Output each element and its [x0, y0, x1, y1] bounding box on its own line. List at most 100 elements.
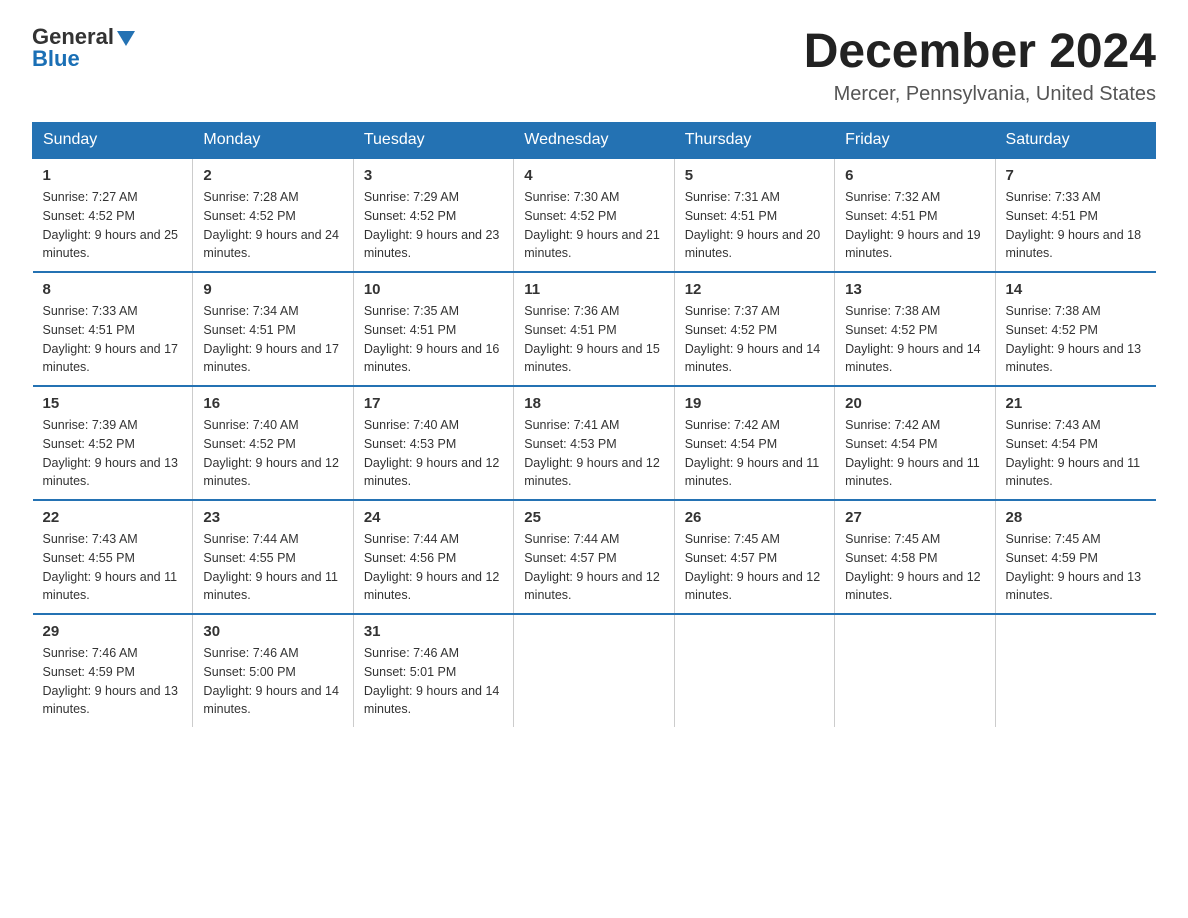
day-number: 16 [203, 395, 342, 412]
day-number: 27 [845, 509, 984, 526]
day-info: Sunrise: 7:37 AMSunset: 4:52 PMDaylight:… [685, 302, 824, 377]
day-number: 20 [845, 395, 984, 412]
day-info: Sunrise: 7:36 AMSunset: 4:51 PMDaylight:… [524, 302, 663, 377]
day-info: Sunrise: 7:42 AMSunset: 4:54 PMDaylight:… [685, 416, 824, 491]
day-info: Sunrise: 7:41 AMSunset: 4:53 PMDaylight:… [524, 416, 663, 491]
day-info: Sunrise: 7:43 AMSunset: 4:55 PMDaylight:… [43, 530, 183, 605]
logo-line2: Blue [32, 46, 80, 72]
page-header: General Blue December 2024 Mercer, Penns… [32, 24, 1156, 106]
day-number: 8 [43, 281, 183, 298]
title-block: December 2024 Mercer, Pennsylvania, Unit… [804, 24, 1156, 106]
calendar-cell: 24 Sunrise: 7:44 AMSunset: 4:56 PMDaylig… [353, 500, 513, 614]
calendar-cell: 1 Sunrise: 7:27 AMSunset: 4:52 PMDayligh… [33, 158, 193, 272]
calendar-cell [995, 614, 1155, 727]
day-number: 21 [1006, 395, 1146, 412]
calendar-table: Sunday Monday Tuesday Wednesday Thursday… [32, 122, 1156, 727]
day-info: Sunrise: 7:42 AMSunset: 4:54 PMDaylight:… [845, 416, 984, 491]
day-info: Sunrise: 7:44 AMSunset: 4:55 PMDaylight:… [203, 530, 342, 605]
day-info: Sunrise: 7:34 AMSunset: 4:51 PMDaylight:… [203, 302, 342, 377]
day-number: 4 [524, 167, 663, 184]
day-info: Sunrise: 7:45 AMSunset: 4:58 PMDaylight:… [845, 530, 984, 605]
calendar-cell: 3 Sunrise: 7:29 AMSunset: 4:52 PMDayligh… [353, 158, 513, 272]
calendar-cell: 9 Sunrise: 7:34 AMSunset: 4:51 PMDayligh… [193, 272, 353, 386]
day-number: 28 [1006, 509, 1146, 526]
day-info: Sunrise: 7:33 AMSunset: 4:51 PMDaylight:… [1006, 188, 1146, 263]
day-info: Sunrise: 7:30 AMSunset: 4:52 PMDaylight:… [524, 188, 663, 263]
day-info: Sunrise: 7:40 AMSunset: 4:52 PMDaylight:… [203, 416, 342, 491]
week-row-1: 1 Sunrise: 7:27 AMSunset: 4:52 PMDayligh… [33, 158, 1156, 272]
day-number: 6 [845, 167, 984, 184]
col-sunday: Sunday [33, 123, 193, 159]
day-info: Sunrise: 7:32 AMSunset: 4:51 PMDaylight:… [845, 188, 984, 263]
calendar-cell: 15 Sunrise: 7:39 AMSunset: 4:52 PMDaylig… [33, 386, 193, 500]
day-number: 3 [364, 167, 503, 184]
day-number: 18 [524, 395, 663, 412]
day-info: Sunrise: 7:44 AMSunset: 4:57 PMDaylight:… [524, 530, 663, 605]
day-number: 5 [685, 167, 824, 184]
day-number: 26 [685, 509, 824, 526]
calendar-cell: 23 Sunrise: 7:44 AMSunset: 4:55 PMDaylig… [193, 500, 353, 614]
day-number: 14 [1006, 281, 1146, 298]
day-number: 24 [364, 509, 503, 526]
col-friday: Friday [835, 123, 995, 159]
day-info: Sunrise: 7:44 AMSunset: 4:56 PMDaylight:… [364, 530, 503, 605]
calendar-cell: 14 Sunrise: 7:38 AMSunset: 4:52 PMDaylig… [995, 272, 1155, 386]
day-number: 29 [43, 623, 183, 640]
calendar-cell: 21 Sunrise: 7:43 AMSunset: 4:54 PMDaylig… [995, 386, 1155, 500]
day-info: Sunrise: 7:46 AMSunset: 5:01 PMDaylight:… [364, 644, 503, 719]
day-number: 22 [43, 509, 183, 526]
calendar-cell: 22 Sunrise: 7:43 AMSunset: 4:55 PMDaylig… [33, 500, 193, 614]
day-number: 12 [685, 281, 824, 298]
col-thursday: Thursday [674, 123, 834, 159]
day-info: Sunrise: 7:46 AMSunset: 5:00 PMDaylight:… [203, 644, 342, 719]
day-info: Sunrise: 7:40 AMSunset: 4:53 PMDaylight:… [364, 416, 503, 491]
month-title: December 2024 [804, 24, 1156, 79]
calendar-cell: 16 Sunrise: 7:40 AMSunset: 4:52 PMDaylig… [193, 386, 353, 500]
week-row-4: 22 Sunrise: 7:43 AMSunset: 4:55 PMDaylig… [33, 500, 1156, 614]
col-wednesday: Wednesday [514, 123, 674, 159]
day-info: Sunrise: 7:39 AMSunset: 4:52 PMDaylight:… [43, 416, 183, 491]
calendar-cell: 13 Sunrise: 7:38 AMSunset: 4:52 PMDaylig… [835, 272, 995, 386]
day-info: Sunrise: 7:43 AMSunset: 4:54 PMDaylight:… [1006, 416, 1146, 491]
week-row-5: 29 Sunrise: 7:46 AMSunset: 4:59 PMDaylig… [33, 614, 1156, 727]
day-number: 11 [524, 281, 663, 298]
calendar-cell: 12 Sunrise: 7:37 AMSunset: 4:52 PMDaylig… [674, 272, 834, 386]
col-tuesday: Tuesday [353, 123, 513, 159]
calendar-cell: 4 Sunrise: 7:30 AMSunset: 4:52 PMDayligh… [514, 158, 674, 272]
day-number: 23 [203, 509, 342, 526]
col-saturday: Saturday [995, 123, 1155, 159]
day-number: 31 [364, 623, 503, 640]
calendar-cell: 2 Sunrise: 7:28 AMSunset: 4:52 PMDayligh… [193, 158, 353, 272]
day-info: Sunrise: 7:45 AMSunset: 4:57 PMDaylight:… [685, 530, 824, 605]
calendar-cell: 30 Sunrise: 7:46 AMSunset: 5:00 PMDaylig… [193, 614, 353, 727]
calendar-cell [514, 614, 674, 727]
day-info: Sunrise: 7:38 AMSunset: 4:52 PMDaylight:… [845, 302, 984, 377]
day-info: Sunrise: 7:29 AMSunset: 4:52 PMDaylight:… [364, 188, 503, 263]
calendar-cell: 28 Sunrise: 7:45 AMSunset: 4:59 PMDaylig… [995, 500, 1155, 614]
calendar-cell: 27 Sunrise: 7:45 AMSunset: 4:58 PMDaylig… [835, 500, 995, 614]
calendar-cell [835, 614, 995, 727]
day-number: 7 [1006, 167, 1146, 184]
day-number: 25 [524, 509, 663, 526]
day-info: Sunrise: 7:28 AMSunset: 4:52 PMDaylight:… [203, 188, 342, 263]
calendar-cell: 7 Sunrise: 7:33 AMSunset: 4:51 PMDayligh… [995, 158, 1155, 272]
day-number: 9 [203, 281, 342, 298]
day-info: Sunrise: 7:45 AMSunset: 4:59 PMDaylight:… [1006, 530, 1146, 605]
week-row-2: 8 Sunrise: 7:33 AMSunset: 4:51 PMDayligh… [33, 272, 1156, 386]
calendar-cell: 29 Sunrise: 7:46 AMSunset: 4:59 PMDaylig… [33, 614, 193, 727]
day-info: Sunrise: 7:35 AMSunset: 4:51 PMDaylight:… [364, 302, 503, 377]
calendar-cell: 19 Sunrise: 7:42 AMSunset: 4:54 PMDaylig… [674, 386, 834, 500]
col-monday: Monday [193, 123, 353, 159]
day-info: Sunrise: 7:33 AMSunset: 4:51 PMDaylight:… [43, 302, 183, 377]
day-number: 10 [364, 281, 503, 298]
day-number: 13 [845, 281, 984, 298]
calendar-cell: 26 Sunrise: 7:45 AMSunset: 4:57 PMDaylig… [674, 500, 834, 614]
calendar-cell: 11 Sunrise: 7:36 AMSunset: 4:51 PMDaylig… [514, 272, 674, 386]
day-number: 1 [43, 167, 183, 184]
location: Mercer, Pennsylvania, United States [804, 83, 1156, 106]
calendar-cell: 5 Sunrise: 7:31 AMSunset: 4:51 PMDayligh… [674, 158, 834, 272]
calendar-cell: 10 Sunrise: 7:35 AMSunset: 4:51 PMDaylig… [353, 272, 513, 386]
day-number: 19 [685, 395, 824, 412]
calendar-cell: 6 Sunrise: 7:32 AMSunset: 4:51 PMDayligh… [835, 158, 995, 272]
calendar-cell: 17 Sunrise: 7:40 AMSunset: 4:53 PMDaylig… [353, 386, 513, 500]
